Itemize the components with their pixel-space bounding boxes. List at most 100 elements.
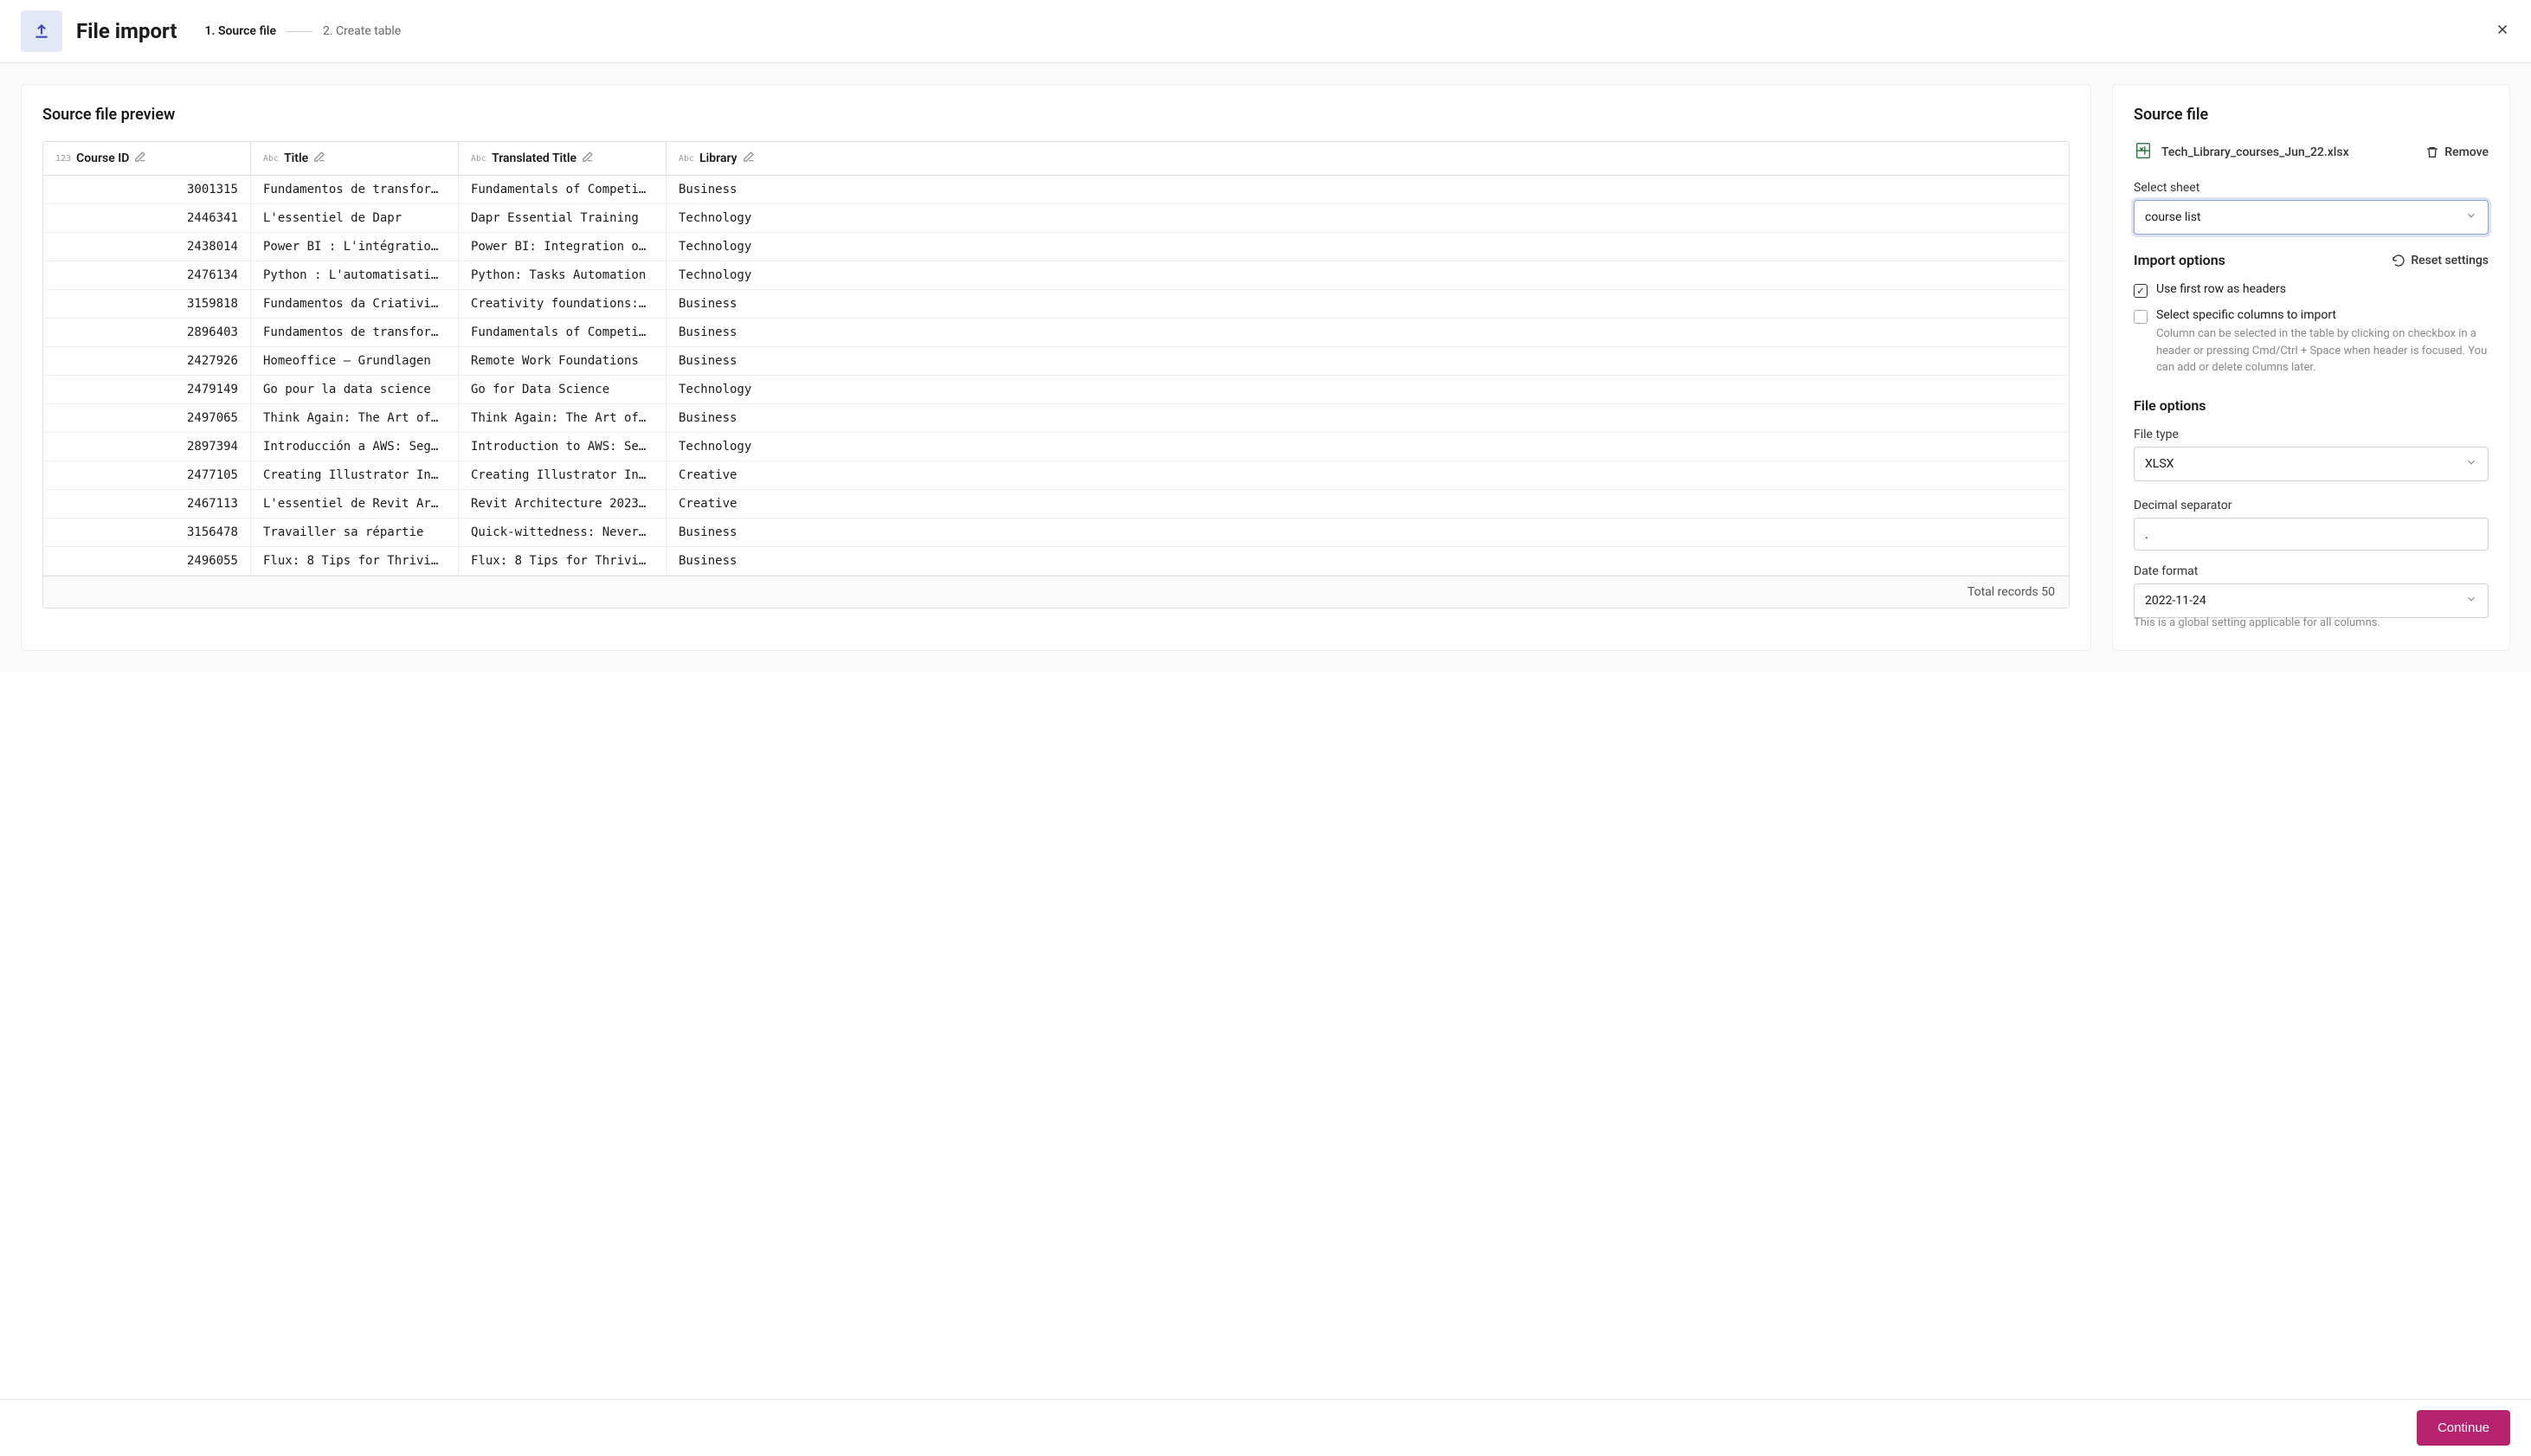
source-file-title: Source file bbox=[2134, 106, 2489, 124]
table-row[interactable]: 2479149Go pour la data scienceGo for Dat… bbox=[43, 376, 2069, 404]
edit-icon[interactable] bbox=[313, 151, 325, 166]
type-badge: Abc bbox=[679, 154, 694, 164]
date-format-select[interactable]: 2022-11-24 bbox=[2134, 583, 2489, 618]
table-cell: Homeoffice – Grundlagen bbox=[251, 347, 459, 375]
reset-settings-button[interactable]: Reset settings bbox=[2392, 254, 2489, 267]
table-cell: Technology bbox=[667, 261, 2069, 289]
table-cell: 2496055 bbox=[43, 547, 251, 575]
file-type-label: File type bbox=[2134, 428, 2489, 441]
import-options-title: Import options bbox=[2134, 252, 2225, 268]
total-records-count: 50 bbox=[2041, 585, 2055, 599]
chevron-down-icon bbox=[2465, 209, 2477, 225]
table-cell: Business bbox=[667, 347, 2069, 375]
table-cell: Power BI: Integration o… bbox=[459, 233, 667, 261]
table-row[interactable]: 2467113L'essentiel de Revit Ar…Revit Arc… bbox=[43, 490, 2069, 519]
table-row[interactable]: 2476134Python : L'automatisati…Python: T… bbox=[43, 261, 2069, 290]
table-cell: Technology bbox=[667, 376, 2069, 403]
step-source-file[interactable]: 1. Source file bbox=[204, 24, 276, 38]
table-cell: Creative bbox=[667, 461, 2069, 489]
table-cell: Creating Illustrator In… bbox=[459, 461, 667, 489]
table-row[interactable]: 2477105Creating Illustrator In…Creating … bbox=[43, 461, 2069, 490]
page-title: File import bbox=[76, 19, 177, 43]
remove-file-button[interactable]: Remove bbox=[2425, 145, 2489, 159]
table-cell: 2479149 bbox=[43, 376, 251, 403]
table-cell: Flux: 8 Tips for Thrivi… bbox=[459, 547, 667, 575]
column-name: Title bbox=[284, 151, 308, 165]
table-row[interactable]: 2897394Introducción a AWS: Seg…Introduct… bbox=[43, 433, 2069, 461]
table-row[interactable]: 3001315Fundamentos de transfor…Fundament… bbox=[43, 176, 2069, 204]
close-button[interactable] bbox=[2495, 21, 2510, 42]
table-cell: 2446341 bbox=[43, 204, 251, 232]
column-header[interactable]: 123 Course ID bbox=[43, 142, 251, 175]
table-cell: 3001315 bbox=[43, 176, 251, 203]
upload-icon bbox=[21, 10, 62, 52]
table-cell: 2897394 bbox=[43, 433, 251, 461]
reset-label: Reset settings bbox=[2411, 254, 2489, 267]
table-cell: 2896403 bbox=[43, 319, 251, 346]
date-format-help: This is a global setting applicable for … bbox=[2134, 616, 2489, 629]
column-header[interactable]: AbcTranslated Title bbox=[459, 142, 667, 175]
sheet-select-value: course list bbox=[2145, 210, 2201, 224]
edit-icon[interactable] bbox=[134, 151, 146, 166]
decimal-separator-input[interactable] bbox=[2134, 518, 2489, 551]
file-type-select[interactable]: XLSX bbox=[2134, 447, 2489, 481]
continue-button[interactable]: Continue bbox=[2417, 1410, 2510, 1446]
table-row[interactable]: 2496055Flux: 8 Tips for Thrivi…Flux: 8 T… bbox=[43, 547, 2069, 576]
table-cell: Creating Illustrator In… bbox=[251, 461, 459, 489]
wizard-steps: 1. Source file 2. Create table bbox=[204, 24, 401, 38]
use-first-row-checkbox[interactable] bbox=[2134, 284, 2148, 298]
column-header[interactable]: AbcLibrary bbox=[667, 142, 2069, 175]
table-row[interactable]: 2438014Power BI : L'intégratio…Power BI:… bbox=[43, 233, 2069, 261]
table-cell: 3156478 bbox=[43, 519, 251, 546]
table-footer: Total records 50 bbox=[43, 576, 2069, 608]
table-cell: Go for Data Science bbox=[459, 376, 667, 403]
table-cell: Fundamentos da Criativi… bbox=[251, 290, 459, 318]
table-cell: Travailler sa répartie bbox=[251, 519, 459, 546]
select-columns-label: Select specific columns to import bbox=[2156, 308, 2489, 322]
table-cell: Quick-wittedness: Never… bbox=[459, 519, 667, 546]
table-cell: Technology bbox=[667, 433, 2069, 461]
column-header[interactable]: AbcTitle bbox=[251, 142, 459, 175]
table-cell: Go pour la data science bbox=[251, 376, 459, 403]
table-row[interactable]: 2427926Homeoffice – GrundlagenRemote Wor… bbox=[43, 347, 2069, 376]
table-row[interactable]: 2497065Think Again: The Art of…Think Aga… bbox=[43, 404, 2069, 433]
select-columns-checkbox[interactable] bbox=[2134, 310, 2148, 324]
edit-icon[interactable] bbox=[743, 151, 755, 166]
table-cell: Revit Architecture 2023… bbox=[459, 490, 667, 518]
table-cell: Business bbox=[667, 519, 2069, 546]
table-row[interactable]: 3156478Travailler sa répartieQuick-witte… bbox=[43, 519, 2069, 547]
table-cell: Business bbox=[667, 176, 2069, 203]
sheet-select[interactable]: course list bbox=[2134, 200, 2489, 235]
chevron-down-icon bbox=[2465, 593, 2477, 609]
step-create-table[interactable]: 2. Create table bbox=[323, 24, 401, 38]
table-cell: L'essentiel de Revit Ar… bbox=[251, 490, 459, 518]
decimal-separator-label: Decimal separator bbox=[2134, 499, 2489, 512]
table-row[interactable]: 2896403Fundamentos de transfor…Fundament… bbox=[43, 319, 2069, 347]
table-cell: Introducción a AWS: Seg… bbox=[251, 433, 459, 461]
table-cell: Fundamentals of Competi… bbox=[459, 319, 667, 346]
table-cell: Python : L'automatisati… bbox=[251, 261, 459, 289]
table-cell: 2467113 bbox=[43, 490, 251, 518]
type-badge: 123 bbox=[55, 154, 71, 164]
table-cell: L'essentiel de Dapr bbox=[251, 204, 459, 232]
step-divider bbox=[287, 31, 312, 32]
file-type-value: XLSX bbox=[2145, 457, 2174, 471]
table-cell: Business bbox=[667, 547, 2069, 575]
table-cell: 2477105 bbox=[43, 461, 251, 489]
chevron-down-icon bbox=[2465, 456, 2477, 472]
column-name: Course ID bbox=[76, 151, 129, 165]
table-cell: Business bbox=[667, 404, 2069, 432]
edit-icon[interactable] bbox=[582, 151, 594, 166]
options-panel: Source file Tech_Library_courses_Jun_22.… bbox=[2112, 84, 2510, 651]
table-cell: Think Again: The Art of… bbox=[251, 404, 459, 432]
preview-table: 123Course IDAbcTitleAbcTranslated TitleA… bbox=[42, 141, 2070, 609]
trash-icon bbox=[2425, 145, 2439, 159]
table-cell: 2438014 bbox=[43, 233, 251, 261]
table-row[interactable]: 3159818Fundamentos da Criativi…Creativit… bbox=[43, 290, 2069, 319]
table-row[interactable]: 2446341L'essentiel de DaprDapr Essential… bbox=[43, 204, 2069, 233]
preview-panel: Source file preview 123Course IDAbcTitle… bbox=[21, 84, 2091, 651]
table-cell: Remote Work Foundations bbox=[459, 347, 667, 375]
total-records-label: Total records bbox=[1967, 585, 2038, 599]
reset-icon bbox=[2392, 254, 2405, 267]
use-first-row-label: Use first row as headers bbox=[2156, 282, 2286, 296]
